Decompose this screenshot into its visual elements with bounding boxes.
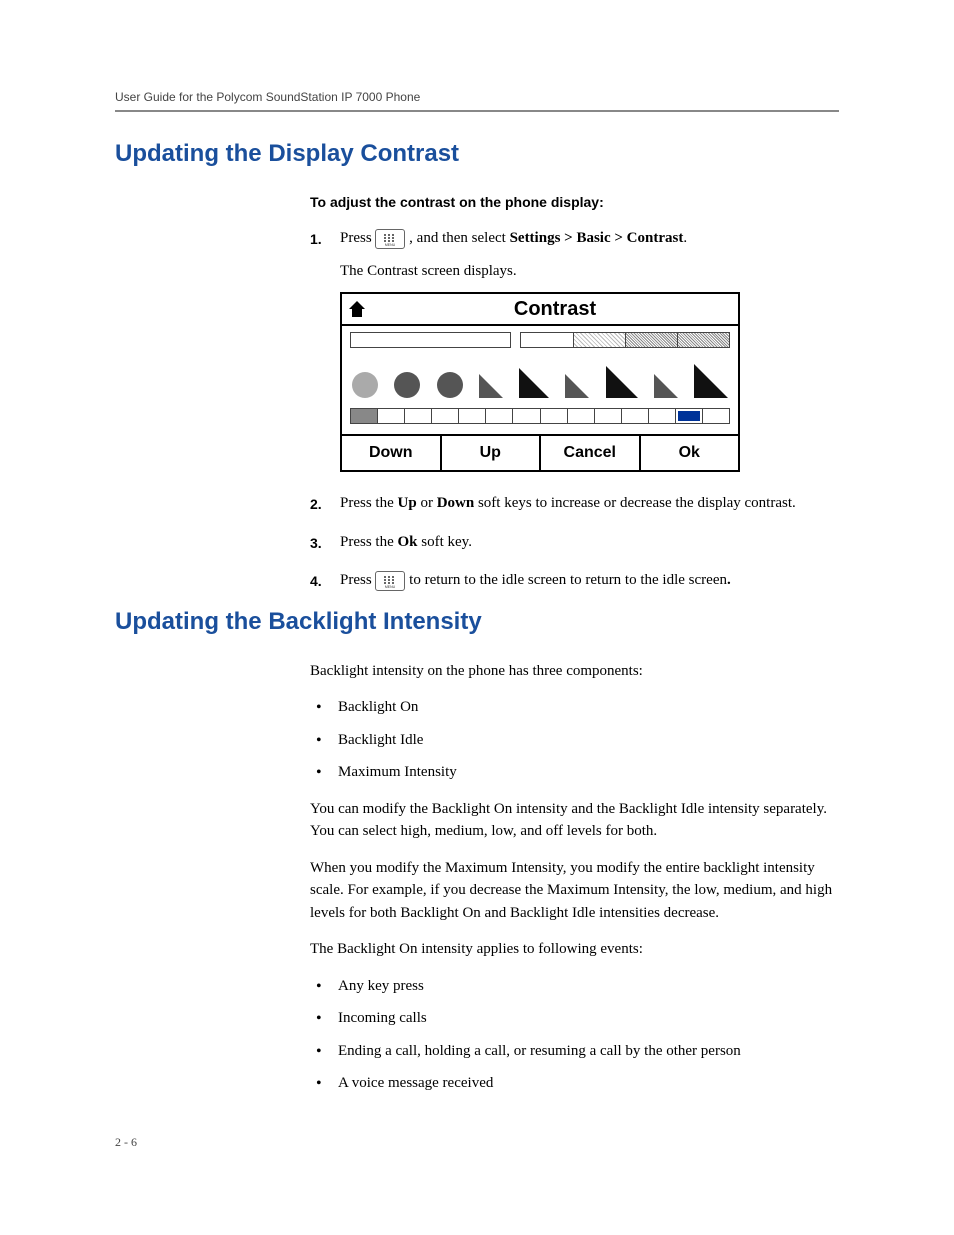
step-1: 1. Press MENU , and then select <box>310 227 839 472</box>
section-heading-contrast: Updating the Display Contrast <box>115 140 839 168</box>
softkey-down[interactable]: Down <box>342 436 442 470</box>
figure-top-row <box>350 332 730 348</box>
step-3: 3. Press the Ok soft key. <box>310 531 839 554</box>
step-number: 2. <box>310 494 322 515</box>
backlight-events-list: Any key press Incoming calls Ending a ca… <box>310 975 839 1095</box>
step4-c: . <box>727 572 731 588</box>
document-page: User Guide for the Polycom SoundStation … <box>0 0 954 1210</box>
backlight-p2: You can modify the Backlight On intensit… <box>310 798 839 843</box>
step2-down: Down <box>437 495 475 511</box>
contrast-intro: To adjust the contrast on the phone disp… <box>310 192 839 213</box>
section1-content: To adjust the contrast on the phone disp… <box>310 192 839 592</box>
step3-c: soft key. <box>418 534 472 550</box>
menu-icon: MENU <box>375 229 405 249</box>
contrast-steps: 1. Press MENU , and then select <box>310 227 839 592</box>
step4-b: to return to the idle screen <box>566 572 727 588</box>
list-item: A voice message received <box>310 1072 839 1095</box>
home-icon <box>342 300 372 318</box>
menu-icon: MENU <box>375 571 405 591</box>
list-item: Backlight On <box>310 696 839 719</box>
figure-titlebar: Contrast <box>342 294 738 326</box>
running-header: User Guide for the Polycom SoundStation … <box>115 90 839 104</box>
backlight-p4: The Backlight On intensity applies to fo… <box>310 938 839 961</box>
header-rule <box>115 110 839 112</box>
backlight-components-list: Backlight On Backlight Idle Maximum Inte… <box>310 696 839 784</box>
step-number: 3. <box>310 533 322 554</box>
step-2: 2. Press the Up or Down soft keys to inc… <box>310 492 839 515</box>
figure-body <box>342 326 738 424</box>
softkey-up[interactable]: Up <box>442 436 542 470</box>
step4-a: Press <box>340 572 375 588</box>
step-number: 1. <box>310 229 322 250</box>
step-4: 4. Press MENU to return to the <box>310 569 839 592</box>
step2-a: Press the <box>340 495 398 511</box>
softkey-ok[interactable]: Ok <box>641 436 739 470</box>
list-item: Incoming calls <box>310 1007 839 1030</box>
page-number: 2 - 6 <box>115 1135 839 1150</box>
list-item: Any key press <box>310 975 839 998</box>
list-item: Maximum Intensity <box>310 761 839 784</box>
step-number: 4. <box>310 571 322 592</box>
step1-path: Settings > Basic > Contrast <box>510 230 684 246</box>
step1-text-d: . <box>683 230 687 246</box>
step1-text-a: Press <box>340 230 375 246</box>
section-heading-backlight: Updating the Backlight Intensity <box>115 608 839 636</box>
step4-b: to return to the idle screen <box>409 572 566 588</box>
list-item: Backlight Idle <box>310 729 839 752</box>
contrast-screen-figure: Contrast <box>340 292 740 472</box>
step2-up: Up <box>398 495 417 511</box>
step3-a: Press the <box>340 534 398 550</box>
backlight-p1: Backlight intensity on the phone has thr… <box>310 660 839 683</box>
step2-c: or <box>417 495 437 511</box>
softkey-cancel[interactable]: Cancel <box>541 436 641 470</box>
svg-text:MENU: MENU <box>385 243 396 247</box>
backlight-p3: When you modify the Maximum Intensity, y… <box>310 857 839 925</box>
figure-softkeys: Down Up Cancel Ok <box>342 434 738 470</box>
step2-e: soft keys to increase or decrease the di… <box>474 495 796 511</box>
figure-shapes <box>350 358 730 398</box>
step3-ok: Ok <box>398 534 418 550</box>
figure-slider <box>350 408 730 424</box>
step1-text-b: , and then select <box>409 230 509 246</box>
svg-text:MENU: MENU <box>385 585 396 589</box>
step1-sub: The Contrast screen displays. <box>340 260 839 283</box>
figure-title: Contrast <box>372 294 738 324</box>
section2-content: Backlight intensity on the phone has thr… <box>310 660 839 1095</box>
list-item: Ending a call, holding a call, or resumi… <box>310 1040 839 1063</box>
